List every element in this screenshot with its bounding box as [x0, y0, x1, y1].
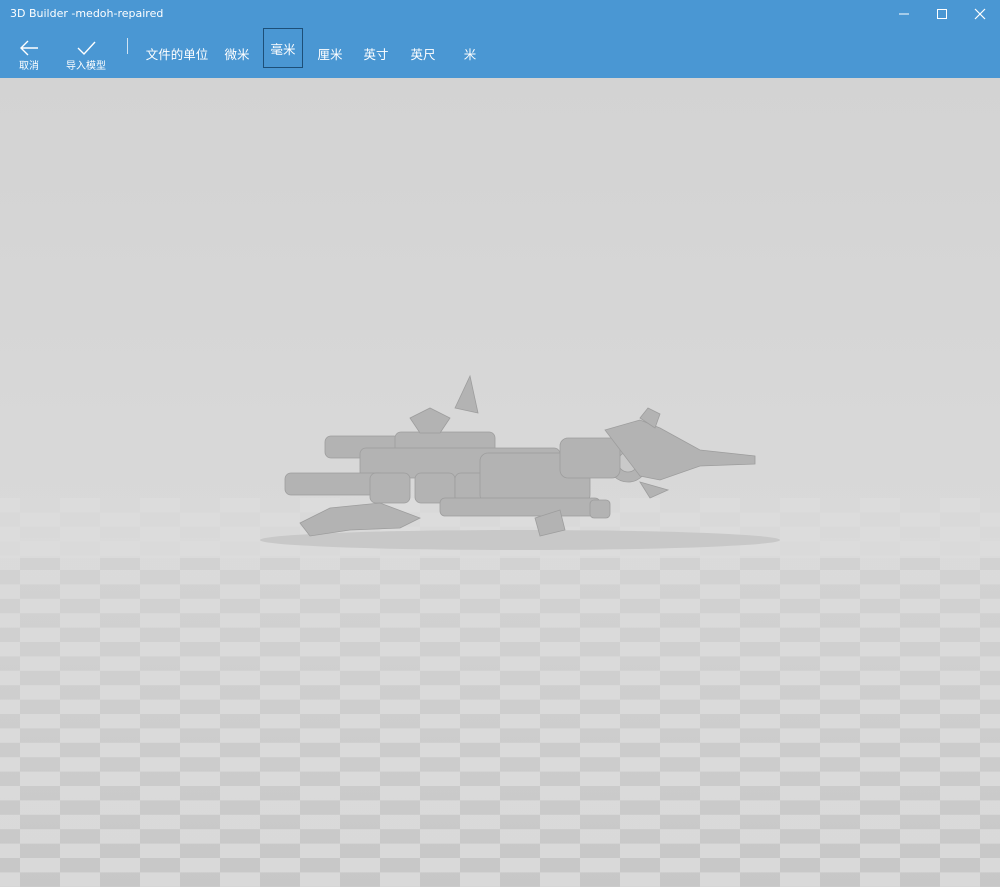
file-unit-label: 文件的单位	[145, 46, 209, 62]
close-button[interactable]	[961, 0, 999, 28]
title-bar: 3D Builder -medoh-repaired	[0, 0, 1000, 28]
back-arrow-icon	[20, 40, 38, 56]
maximize-button[interactable]	[923, 0, 961, 28]
close-icon	[974, 8, 986, 20]
import-model-label: 导入模型	[66, 61, 106, 72]
window-title: 3D Builder -medoh-repaired	[10, 7, 164, 20]
cancel-label: 取消	[19, 61, 39, 72]
cancel-button[interactable]: 取消	[8, 28, 50, 76]
unit-millimeter[interactable]: 毫米	[263, 28, 303, 68]
3d-viewport[interactable]	[0, 78, 1000, 887]
import-toolbar: 取消 导入模型 文件的单位 微米 毫米 厘米 英寸 英尺 米	[0, 28, 1000, 78]
scene-canvas	[0, 78, 1000, 887]
unit-inch[interactable]: 英寸	[358, 28, 394, 78]
checkmark-icon	[77, 41, 96, 56]
unit-micrometer[interactable]: 微米	[219, 28, 255, 78]
unit-meter[interactable]: 米	[458, 28, 482, 78]
toolbar-divider	[127, 38, 128, 54]
maximize-icon	[937, 9, 947, 19]
import-model-button[interactable]: 导入模型	[60, 28, 112, 76]
unit-centimeter[interactable]: 厘米	[312, 28, 348, 78]
minimize-icon	[899, 13, 909, 15]
unit-foot[interactable]: 英尺	[405, 28, 441, 78]
minimize-button[interactable]	[885, 0, 923, 28]
